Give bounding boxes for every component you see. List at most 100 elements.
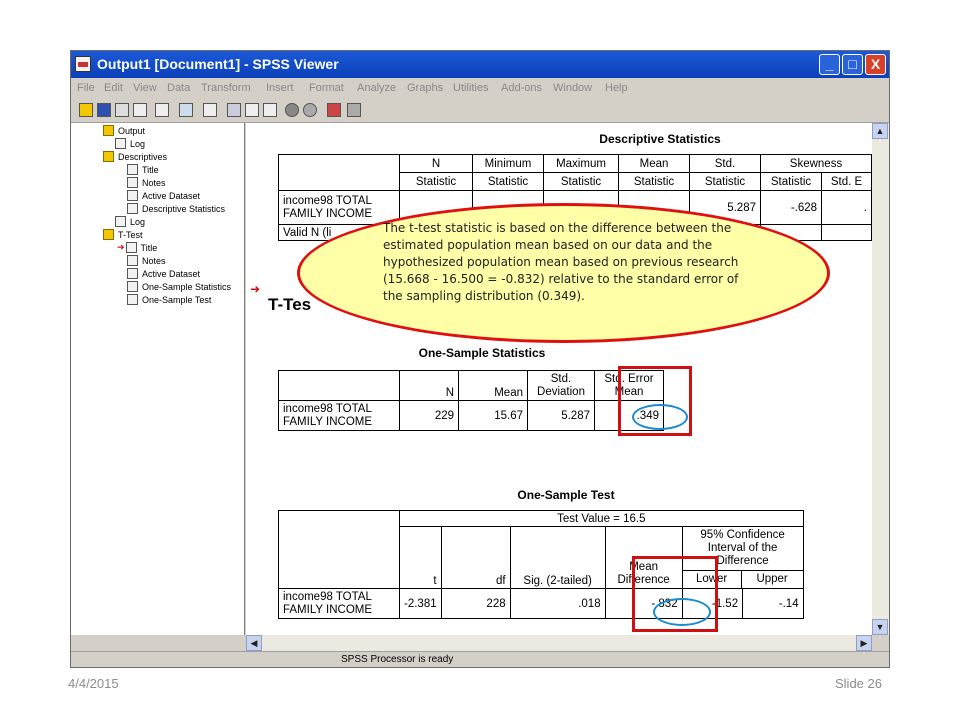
spss-app-icon [75,56,91,72]
scroll-up-icon[interactable]: ▲ [872,123,888,139]
scroll-down-icon[interactable]: ▼ [872,619,888,635]
document-icon [127,190,138,201]
subheader-std-error: Std. E [821,172,872,191]
outline-item-active-dataset[interactable]: Active Dataset [127,190,200,201]
scroll-left-icon[interactable]: ◀ [246,635,262,651]
export-icon[interactable] [155,103,169,117]
close-button[interactable]: X [865,54,886,75]
open-icon[interactable] [79,103,93,117]
outline-item-active-dataset-2[interactable]: Active Dataset [127,268,200,279]
one-sample-statistics-table: N Mean Std. Deviation Std. Error Mean in… [278,370,664,431]
menu-help[interactable]: Help [605,82,628,94]
outline-item-one-sample-statistics[interactable]: One-Sample Statistics [127,281,231,292]
outline-item-log-2[interactable]: Log [115,216,145,227]
header-n: N [399,370,459,401]
status-text: SPSS Processor is ready [341,654,454,665]
outline-item-output[interactable]: Output [103,125,145,136]
menu-analyze[interactable]: Analyze [357,82,396,94]
horizontal-scrollbar[interactable]: ◀ ▶ [246,635,872,651]
callout-text: The t-test statistic is based on the dif… [383,221,739,303]
recall-dialog-icon[interactable] [179,103,193,117]
menu-window[interactable]: Window [553,82,592,94]
table-icon [127,294,138,305]
window-title: Output1 [Document1] - SPSS Viewer [97,56,339,72]
header-sig: Sig. (2-tailed) [509,526,606,589]
subheader-statistic: Statistic [759,172,823,191]
subheader-statistic: Statistic [472,172,544,191]
menu-utilities[interactable]: Utilities [453,82,488,94]
menu-graphs[interactable]: Graphs [407,82,443,94]
use-sets-icon[interactable] [285,103,299,117]
highlight-std-error-value [632,404,688,430]
highlight-mean-difference-value [653,598,711,626]
header-std-deviation: Std. Deviation [527,370,595,401]
upper-value: -.14 [742,588,804,619]
document-icon [127,177,138,188]
undo-icon[interactable] [203,103,217,117]
slide-number: Slide 26 [835,676,882,691]
menu-file[interactable]: File [77,82,95,94]
header-maximum: Maximum [543,154,619,173]
maximize-button[interactable]: □ [842,54,863,75]
goto-data-icon[interactable] [227,103,241,117]
outline-item-title-2[interactable]: ➜ Title [117,242,157,253]
row-label: income98 TOTAL FAMILY INCOME [278,400,400,431]
book-icon [103,151,114,162]
menu-format[interactable]: Format [309,82,344,94]
table-icon [127,203,138,214]
menu-bar: File Edit View Data Transform Insert For… [71,78,889,98]
table-icon [127,281,138,292]
slide-date: 4/4/2015 [68,676,119,691]
print-icon[interactable] [115,103,129,117]
outline-item-descriptive-statistics[interactable]: Descriptive Statistics [127,203,225,214]
toolbar [71,98,889,123]
menu-view[interactable]: View [133,82,157,94]
one-sample-test-title: One-Sample Test [517,488,615,502]
menu-addons[interactable]: Add-ons [501,82,542,94]
std-deviation-value: 5.287 [527,400,595,431]
show-all-icon[interactable] [303,103,317,117]
outline-item-one-sample-test[interactable]: One-Sample Test [127,294,211,305]
mean-value: 15.67 [458,400,528,431]
outline-item-title[interactable]: Title [127,164,159,175]
outline-item-notes[interactable]: Notes [127,177,166,188]
n-value: 229 [399,400,459,431]
header-n: N [399,154,473,173]
title-bar: Output1 [Document1] - SPSS Viewer _ □ X [71,51,889,78]
one-sample-statistics-title: One-Sample Statistics [418,346,546,360]
header-upper: Upper [756,573,788,585]
arrow-right-icon: ➜ [117,242,125,252]
arrow-right-icon: ➜ [250,282,261,296]
skewness-value: -.628 [759,190,823,225]
menu-transform[interactable]: Transform [201,82,251,94]
designate-window-icon[interactable] [347,103,361,117]
document-icon [127,268,138,279]
insert-output-icon[interactable] [327,103,341,117]
minimize-button[interactable]: _ [819,54,840,75]
menu-insert[interactable]: Insert [266,82,294,94]
print-preview-icon[interactable] [133,103,147,117]
header-df: df [440,526,511,589]
subheader-statistic: Statistic [399,172,473,191]
one-sample-test-table: Test Value = 16.5 t df Sig. (2-tailed) M… [278,510,804,619]
scroll-right-icon[interactable]: ▶ [856,635,872,651]
variables-icon[interactable] [263,103,277,117]
outline-item-ttest[interactable]: T-Test [103,229,143,240]
outline-item-notes-2[interactable]: Notes [127,255,166,266]
subheader-statistic: Statistic [618,172,690,191]
row-label: income98 TOTAL FAMILY INCOME [278,588,400,619]
save-icon[interactable] [97,103,111,117]
ttest-heading: T-Tes [268,295,312,314]
outline-item-log[interactable]: Log [115,138,145,149]
df-value: 228 [440,588,511,619]
subheader-statistic: Statistic [689,172,761,191]
goto-case-icon[interactable] [245,103,259,117]
log-icon [115,216,126,227]
log-icon [115,138,126,149]
menu-edit[interactable]: Edit [104,82,123,94]
document-icon [127,164,138,175]
menu-data[interactable]: Data [167,82,190,94]
outline-item-descriptives[interactable]: Descriptives [103,151,167,162]
vertical-scrollbar[interactable]: ▲ ▼ [872,123,889,635]
t-value: -2.381 [399,588,442,619]
